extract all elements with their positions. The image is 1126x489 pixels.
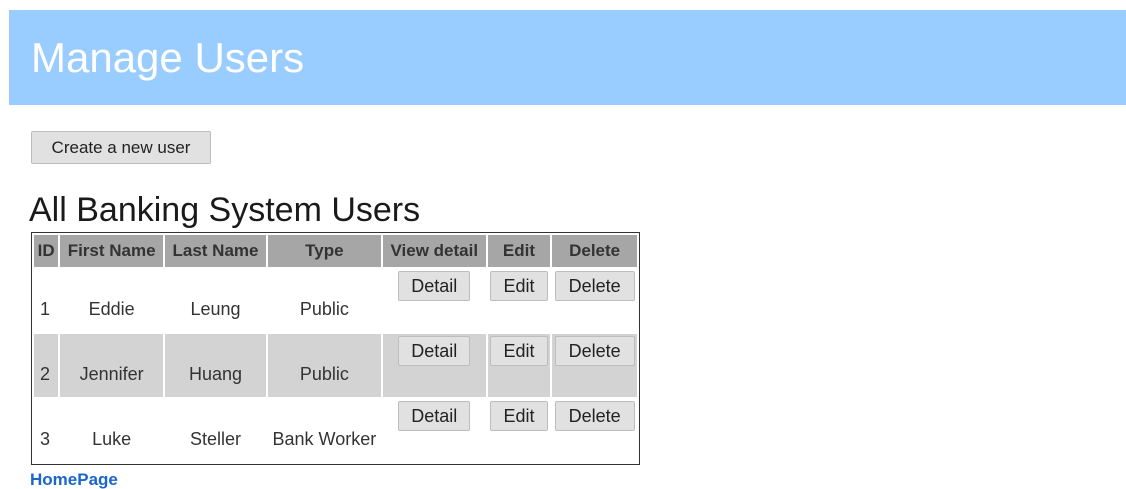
cell-first-name: Luke [92, 429, 132, 449]
cell-delete: Delete [552, 399, 637, 462]
cell-type: Public [267, 334, 381, 397]
cell-edit: Edit [488, 269, 551, 332]
table-row: 2 Jennifer Huang Public Detail Edit Dele… [34, 334, 637, 397]
page-header: Manage Users [9, 10, 1126, 105]
cell-edit: Edit [488, 399, 551, 462]
table-row: 3 Luke Steller Bank Worker Detail Edit D… [34, 399, 637, 462]
column-header-id: ID [34, 235, 59, 267]
manage-users-page: Manage Users Create a new user All Banki… [0, 0, 1126, 489]
cell-id: 2 [34, 334, 59, 397]
delete-button[interactable]: Delete [554, 401, 635, 431]
section-title: All Banking System Users [29, 191, 421, 229]
column-header-delete: Delete [552, 235, 637, 267]
edit-button[interactable]: Edit [489, 336, 548, 366]
cell-view-detail: Detail [383, 269, 486, 332]
detail-button[interactable]: Detail [398, 271, 471, 301]
table-row: 1 Eddie Leung Public Detail Edit Delete [34, 269, 637, 332]
users-table: ID First Name Last Name Type View detail… [31, 232, 640, 465]
cell-id: 1 [40, 299, 51, 319]
homepage-link[interactable]: HomePage [30, 470, 118, 489]
cell-edit: Edit [487, 334, 551, 397]
cell-last-name: Leung [190, 299, 241, 319]
cell-delete: Delete [552, 334, 637, 397]
detail-button[interactable]: Detail [398, 401, 471, 431]
create-user-button[interactable]: Create a new user [31, 131, 211, 164]
cell-type: Public [299, 299, 349, 319]
cell-last-name: Steller [189, 429, 241, 449]
column-header-first-name: First Name [60, 235, 164, 267]
cell-delete: Delete [552, 269, 637, 332]
delete-button[interactable]: Delete [554, 271, 635, 301]
page-title: Manage Users [31, 34, 305, 81]
cell-view-detail: Detail [382, 334, 486, 397]
edit-button[interactable]: Edit [489, 271, 548, 301]
edit-button[interactable]: Edit [489, 401, 548, 431]
cell-last-name: Huang [165, 334, 266, 397]
column-header-view-detail: View detail [382, 235, 486, 267]
delete-button[interactable]: Delete [554, 336, 635, 366]
column-header-type: Type [267, 235, 381, 267]
cell-first-name: Eddie [88, 299, 135, 319]
cell-view-detail: Detail [383, 399, 486, 462]
column-header-edit: Edit [487, 235, 551, 267]
cell-type: Bank Worker [272, 429, 377, 449]
table-header-row: ID First Name Last Name Type View detail… [34, 235, 637, 267]
detail-button[interactable]: Detail [398, 336, 471, 366]
column-header-last-name: Last Name [165, 235, 266, 267]
cell-first-name: Jennifer [60, 334, 164, 397]
cell-id: 3 [40, 429, 51, 449]
